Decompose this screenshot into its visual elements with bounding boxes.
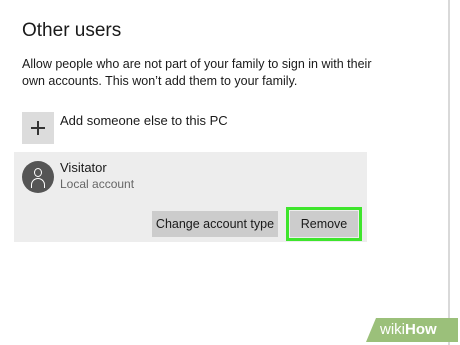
plus-icon: [22, 112, 54, 144]
panel-divider: [448, 0, 450, 345]
settings-page: Other users Allow people who are not par…: [0, 0, 460, 345]
person-icon: [22, 161, 54, 193]
change-account-type-button[interactable]: Change account type: [152, 211, 278, 237]
section-description: Allow people who are not part of your fa…: [22, 57, 372, 88]
section-title: Other users: [22, 20, 122, 41]
add-someone-else-button[interactable]: Add someone else to this PC: [22, 112, 228, 144]
remove-button[interactable]: Remove: [290, 211, 358, 237]
wikihow-logo: wikiHow: [366, 318, 458, 342]
user-account-type: Local account: [60, 177, 135, 191]
user-name: Visitator: [60, 160, 107, 175]
logo-text-light: wiki: [380, 321, 405, 338]
add-someone-else-label: Add someone else to this PC: [60, 113, 228, 128]
user-account-card[interactable]: Visitator Local account Change account t…: [14, 152, 367, 242]
logo-text-bold: How: [405, 321, 437, 338]
